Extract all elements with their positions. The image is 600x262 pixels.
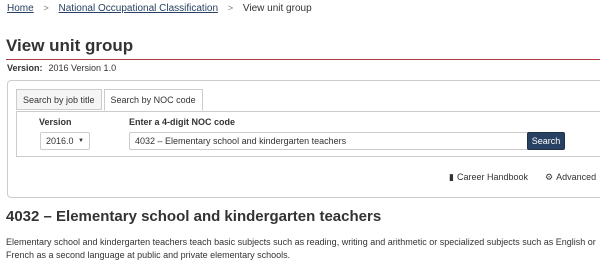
version-label: Version: xyxy=(7,63,43,73)
career-handbook-label: Career Handbook xyxy=(456,172,528,182)
breadcrumb-home-link[interactable]: Home xyxy=(7,3,34,14)
search-tabs: Search by job title Search by NOC code xyxy=(16,89,203,111)
breadcrumb-separator: > xyxy=(227,3,234,13)
noc-code-input[interactable]: 4032 – Elementary school and kindergarte… xyxy=(129,132,529,150)
book-icon: ▮ xyxy=(449,172,454,182)
breadcrumb-current: View unit group xyxy=(242,3,312,14)
version-select[interactable]: 2016.0 ▼ xyxy=(40,132,90,150)
noc-search-form: Version 2016.0 ▼ Enter a 4-digit NOC cod… xyxy=(16,111,600,157)
search-button[interactable]: Search xyxy=(527,132,565,150)
page-title: View unit group xyxy=(6,36,134,55)
advanced-link[interactable]: ⚙ Advanced xyxy=(545,172,596,183)
unit-group-title: 4032 – Elementary school and kindergarte… xyxy=(6,208,382,225)
tab-search-by-job-title[interactable]: Search by job title xyxy=(16,89,102,110)
version-select-value: 2016.0 xyxy=(46,136,74,146)
gear-icon: ⚙ xyxy=(545,172,554,182)
advanced-label: Advanced xyxy=(556,172,597,182)
tab-search-by-noc-code[interactable]: Search by NOC code xyxy=(103,89,203,111)
breadcrumb-separator: > xyxy=(43,3,49,13)
title-divider xyxy=(6,59,600,60)
version-info: Version: 2016 Version 1.0 xyxy=(7,63,116,73)
unit-group-description: Elementary school and kindergarten teach… xyxy=(6,237,596,260)
breadcrumb: Home > National Occupational Classificat… xyxy=(7,3,312,14)
version-value: 2016 Version 1.0 xyxy=(48,63,117,73)
chevron-down-icon: ▼ xyxy=(78,138,84,144)
breadcrumb-noc-link[interactable]: National Occupational Classification xyxy=(59,3,219,14)
noc-code-label: Enter a 4-digit NOC code xyxy=(129,117,236,127)
version-select-label: Version xyxy=(39,117,72,127)
career-handbook-link[interactable]: ▮ Career Handbook xyxy=(449,172,528,183)
search-panel: Search by job title Search by NOC code V… xyxy=(7,80,600,198)
